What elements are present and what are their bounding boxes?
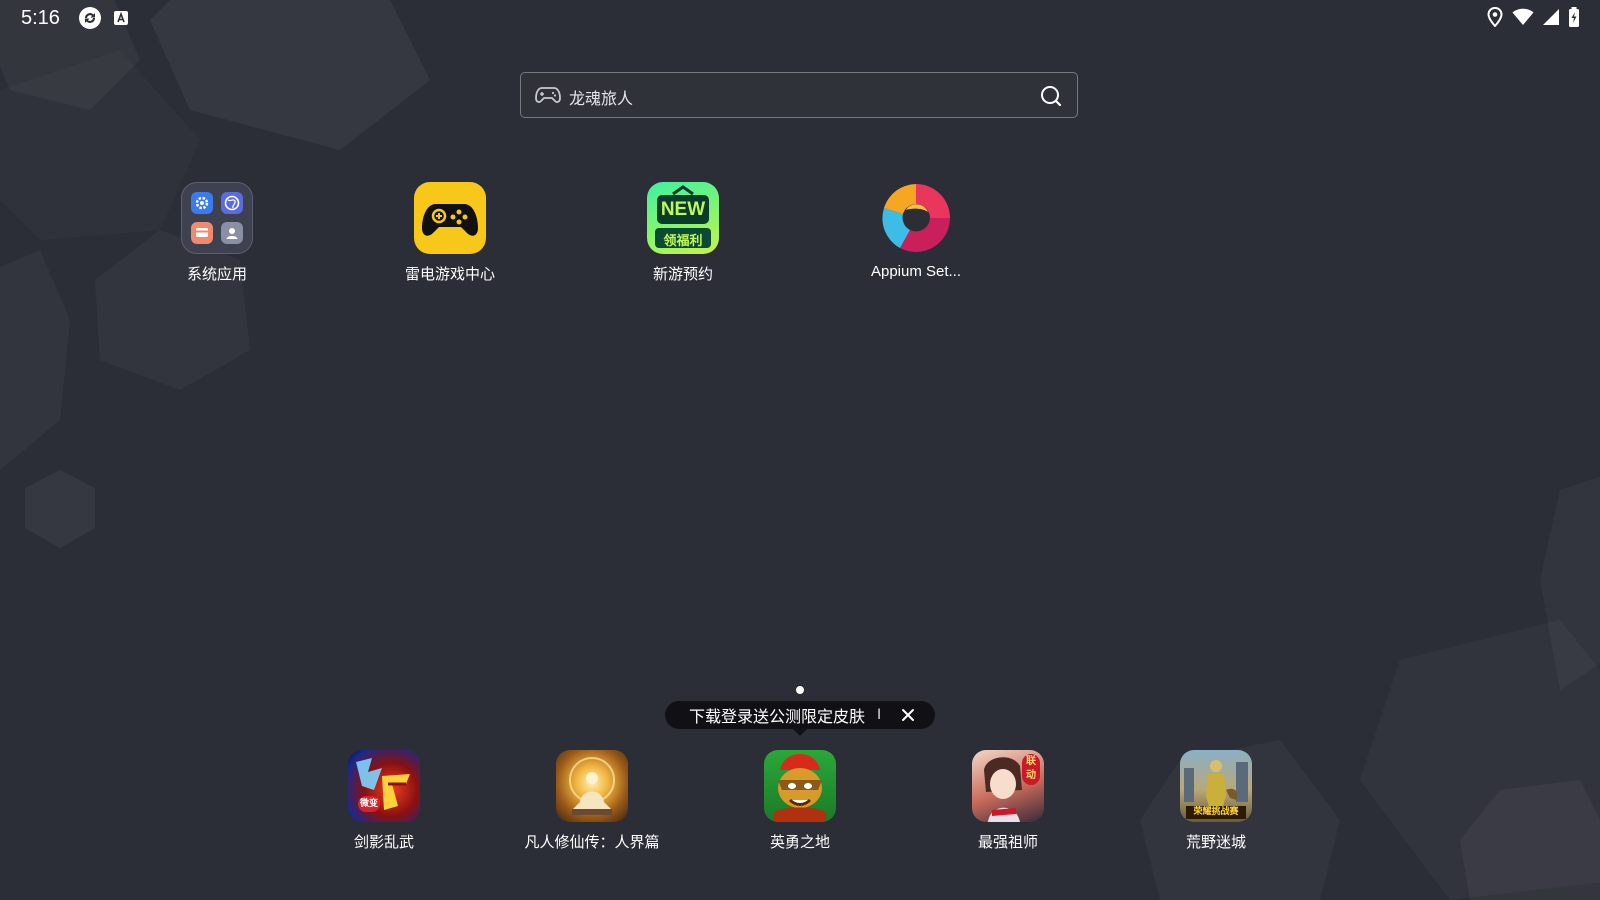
dock-app-fanren-xiuxian[interactable]: 凡人修仙传：人界篇 bbox=[502, 750, 682, 852]
game-icon-1: 微变 bbox=[348, 750, 420, 822]
contacts-icon bbox=[221, 222, 243, 244]
gallery-icon bbox=[191, 222, 213, 244]
new-badge-text: NEW bbox=[660, 199, 706, 220]
game-icon-5: 荣耀挑战赛 bbox=[1180, 750, 1252, 822]
app-label: 新游预约 bbox=[652, 266, 713, 283]
new-icon: NEW 领福利 bbox=[647, 182, 719, 254]
app-label: 系统应用 bbox=[186, 266, 247, 283]
page-indicator-dot[interactable] bbox=[796, 686, 804, 694]
dock-app-yingyong-zhidi[interactable]: 英勇之地 bbox=[710, 750, 890, 852]
dock-label: 荒野迷城 bbox=[1185, 834, 1246, 851]
status-right-icons bbox=[1486, 6, 1580, 31]
promo-tooltip[interactable]: 下载登录送公测限定皮肤 I bbox=[665, 701, 935, 736]
welfare-badge-text: 领福利 bbox=[663, 234, 703, 249]
tooltip-separator: I bbox=[877, 707, 882, 723]
wifi-icon bbox=[1512, 8, 1534, 30]
dock-label: 凡人修仙传：人界篇 bbox=[524, 834, 660, 851]
status-left-icons bbox=[78, 6, 130, 34]
search-input[interactable]: 龙魂旅人 bbox=[569, 85, 633, 109]
settings-icon bbox=[191, 192, 213, 214]
sync-icon bbox=[78, 6, 102, 34]
dock-label: 英勇之地 bbox=[769, 834, 830, 851]
dock-app-jianying-luanwu[interactable]: 微变 剑影乱武 bbox=[294, 750, 474, 852]
search-icon[interactable] bbox=[1039, 84, 1063, 112]
appium-icon bbox=[880, 182, 952, 254]
a-keyboard-icon bbox=[112, 9, 130, 31]
location-icon bbox=[1486, 6, 1504, 31]
game-badge: 联动 bbox=[1022, 754, 1040, 785]
app-new-game-reservation[interactable]: NEW 领福利 新游预约 bbox=[613, 182, 753, 284]
gamepad-icon bbox=[535, 85, 561, 109]
game-icon-2 bbox=[556, 750, 628, 822]
home-screen: 5:16 龙魂旅人 系统应用 雷电游戏中心 NEW 领福利 新游预约 Appiu… bbox=[0, 0, 1600, 900]
app-label: 雷电游戏中心 bbox=[404, 266, 495, 283]
game-badge: 荣耀挑战赛 bbox=[1186, 806, 1246, 819]
game-icon-3 bbox=[764, 750, 836, 822]
gamepad-icon bbox=[414, 182, 486, 254]
status-time: 5:16 bbox=[21, 7, 60, 29]
signal-icon bbox=[1542, 8, 1560, 30]
dock-label: 最强祖师 bbox=[977, 834, 1038, 851]
dock-app-zuiqiang-zushi[interactable]: 联动 最强祖师 bbox=[918, 750, 1098, 852]
app-ld-game-center[interactable]: 雷电游戏中心 bbox=[380, 182, 520, 284]
app-label: Appium Set... bbox=[870, 263, 962, 280]
dock-label: 剑影乱武 bbox=[353, 834, 414, 851]
app-appium-settings[interactable]: Appium Set... bbox=[846, 182, 986, 280]
dock-app-huangye-micheng[interactable]: 荣耀挑战赛 荒野迷城 bbox=[1126, 750, 1306, 852]
browser-icon bbox=[221, 192, 243, 214]
promo-tooltip-text: 下载登录送公测限定皮肤 bbox=[689, 707, 866, 726]
close-icon[interactable] bbox=[900, 707, 916, 723]
search-bar[interactable]: 龙魂旅人 bbox=[520, 72, 1078, 118]
folder-icon bbox=[181, 182, 253, 254]
status-bar: 5:16 bbox=[0, 0, 1600, 36]
battery-icon bbox=[1568, 7, 1580, 31]
game-badge: 微变 bbox=[358, 796, 380, 812]
game-icon-4: 联动 bbox=[972, 750, 1044, 822]
app-system-apps[interactable]: 系统应用 bbox=[147, 182, 287, 284]
